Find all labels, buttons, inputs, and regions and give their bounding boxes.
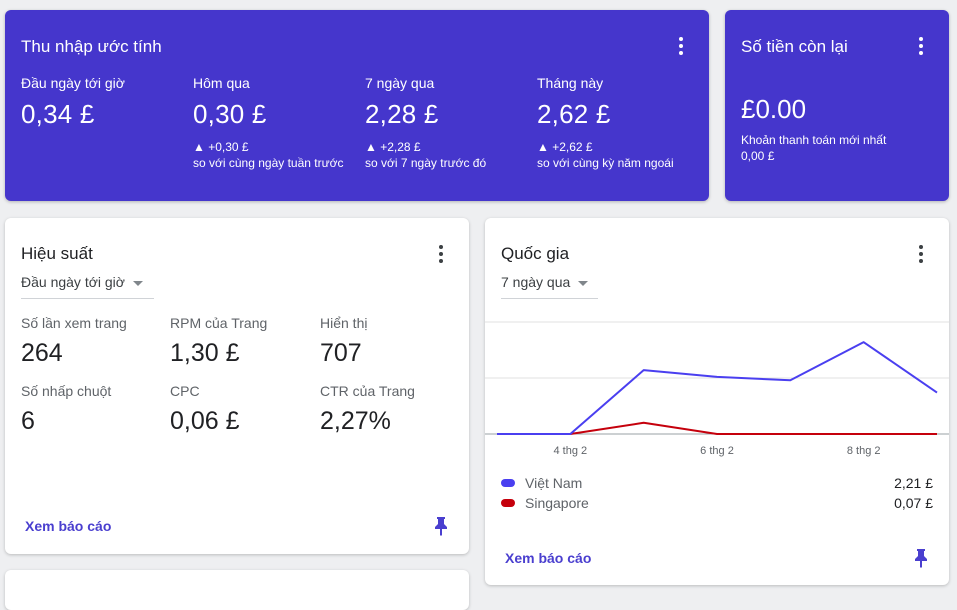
- x-tick-label: 8 thg 2: [847, 445, 881, 457]
- pin-icon[interactable]: [433, 516, 449, 536]
- metric-value: 1,30 £: [170, 339, 240, 367]
- stat-delta: ▲ +2,28 £: [365, 140, 421, 154]
- series-line-singapore: [497, 421, 937, 435]
- metric-impressions: Hiển thị 707: [320, 315, 367, 368]
- earnings-more-menu-icon[interactable]: [671, 36, 691, 56]
- series-line-việt-nam: [497, 341, 938, 435]
- legend-swatch: [501, 499, 515, 507]
- stat-yesterday: Hôm qua 0,30 £ ▲ +0,30 £ so với cùng ngà…: [193, 75, 344, 170]
- legend-name: Việt Nam: [525, 475, 583, 491]
- metric-label: CPC: [170, 383, 200, 399]
- x-tick-label: 4 thg 2: [554, 445, 588, 457]
- metric-value: 264: [21, 339, 63, 367]
- metric-cpc: CPC 0,06 £: [170, 383, 240, 436]
- stat-label: Hôm qua: [193, 75, 250, 91]
- country-view-report-link[interactable]: Xem báo cáo: [505, 550, 591, 566]
- metric-value: 2,27%: [320, 407, 391, 435]
- country-more-menu-icon[interactable]: [911, 244, 931, 264]
- stat-value: 0,34 £: [21, 99, 95, 129]
- balance-title: Số tiền còn lại: [741, 37, 848, 56]
- performance-range-value: Đầu ngày tới giờ: [21, 274, 125, 290]
- stat-compare: so với cùng ngày tuần trước: [193, 156, 344, 170]
- country-line-chart: 4 thg 2 6 thg 2 8 thg 2: [485, 321, 949, 457]
- stat-label: Tháng này: [537, 75, 604, 91]
- metric-value: 707: [320, 339, 362, 367]
- country-card: Quốc gia 7 ngày qua 4 thg 2 6 thg 2 8 thg …: [485, 218, 949, 585]
- metric-value: 0,06 £: [170, 407, 240, 435]
- country-range-value: 7 ngày qua: [501, 274, 571, 290]
- stat-value: 0,30 £: [193, 99, 267, 129]
- estimated-earnings-card: Thu nhập ước tính Đầu ngày tới giờ 0,34 …: [5, 10, 709, 201]
- legend-name: Singapore: [525, 495, 589, 511]
- caret-down-icon: [132, 280, 143, 286]
- country-title: Quốc gia: [501, 244, 570, 263]
- performance-more-menu-icon[interactable]: [431, 244, 451, 264]
- pin-icon[interactable]: [913, 548, 929, 568]
- x-tick-label: 6 thg 2: [700, 445, 734, 457]
- estimated-earnings-title: Thu nhập ước tính: [21, 37, 162, 56]
- metric-page-ctr: CTR của Trang 2,27%: [320, 383, 415, 436]
- legend-item-singapore: Singapore 0,07 £: [501, 495, 933, 511]
- legend-value: 0,07 £: [894, 495, 933, 511]
- stat-label: Đầu ngày tới giờ: [21, 75, 125, 91]
- stat-compare: so với cùng kỳ năm ngoái: [537, 156, 674, 170]
- metric-clicks: Số nhấp chuột 6: [21, 383, 111, 436]
- balance-more-menu-icon[interactable]: [911, 36, 931, 56]
- stat-label: 7 ngày qua: [365, 75, 435, 91]
- stat-delta: ▲ +0,30 £: [193, 140, 249, 154]
- metric-label: Số lần xem trang: [21, 315, 127, 331]
- performance-card: Hiệu suất Đầu ngày tới giờ Số lần xem tr…: [5, 218, 469, 554]
- last-payment-value: 0,00 £: [741, 149, 775, 163]
- next-card: [5, 570, 469, 610]
- balance-value: £0.00: [741, 94, 807, 124]
- country-range-select[interactable]: 7 ngày qua: [501, 274, 598, 299]
- performance-view-report-link[interactable]: Xem báo cáo: [25, 518, 111, 534]
- metric-label: Số nhấp chuột: [21, 383, 112, 399]
- metric-value: 6: [21, 407, 35, 435]
- stat-value: 2,28 £: [365, 99, 439, 129]
- metric-label: Hiển thị: [320, 315, 368, 331]
- stat-today: Đầu ngày tới giờ 0,34 £: [21, 75, 125, 130]
- stat-value: 2,62 £: [537, 99, 611, 129]
- performance-range-select[interactable]: Đầu ngày tới giờ: [21, 274, 154, 299]
- performance-title: Hiệu suất: [21, 244, 93, 263]
- stat-this-month: Tháng này 2,62 £ ▲ +2,62 £ so với cùng k…: [537, 75, 674, 170]
- balance-card: Số tiền còn lại £0.00 Khoản thanh toán m…: [725, 10, 949, 201]
- stat-delta: ▲ +2,62 £: [537, 140, 593, 154]
- last-payment-label: Khoản thanh toán mới nhất: [741, 133, 887, 147]
- legend-swatch: [501, 479, 515, 487]
- metric-label: RPM của Trang: [170, 315, 268, 331]
- caret-down-icon: [578, 280, 589, 286]
- metric-page-views: Số lần xem trang 264: [21, 315, 127, 368]
- legend-item-vietnam: Việt Nam 2,21 £: [501, 475, 933, 491]
- metric-page-rpm: RPM của Trang 1,30 £: [170, 315, 267, 368]
- metric-label: CTR của Trang: [320, 383, 415, 399]
- stat-compare: so với 7 ngày trước đó: [365, 156, 487, 170]
- legend-value: 2,21 £: [894, 475, 933, 491]
- stat-last-7-days: 7 ngày qua 2,28 £ ▲ +2,28 £ so với 7 ngà…: [365, 75, 486, 170]
